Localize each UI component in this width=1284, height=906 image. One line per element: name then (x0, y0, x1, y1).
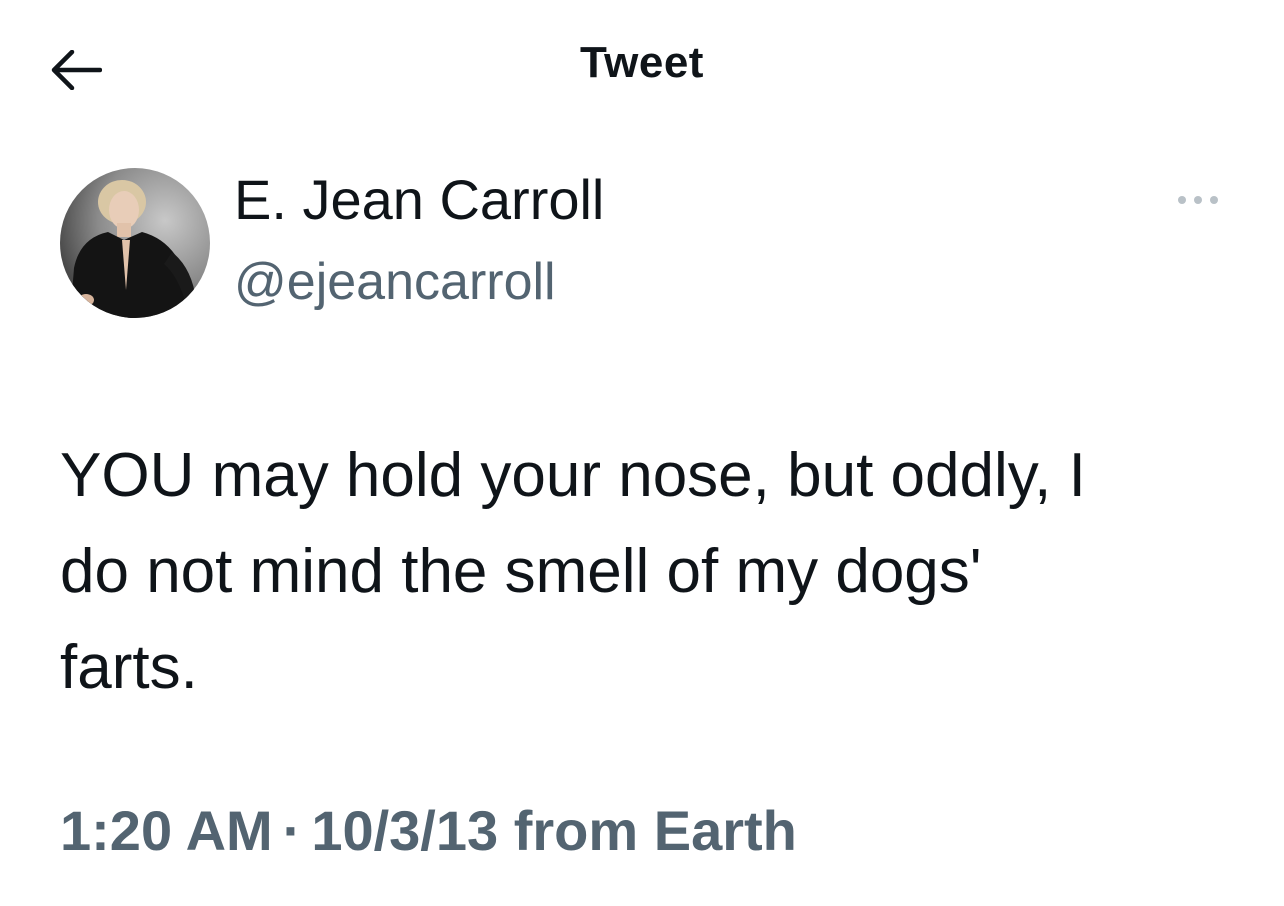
author-display-name[interactable]: E. Jean Carroll (234, 168, 604, 232)
meta-separator: · (282, 799, 302, 862)
tweet-metadata: 1:20 AM · 10/3/13 from Earth (60, 796, 797, 866)
top-navigation-bar: Tweet (0, 0, 1284, 140)
ellipsis-icon (1178, 196, 1218, 204)
tweet-text: YOU may hold your nose, but oddly, I do … (60, 441, 1086, 702)
tweet-time[interactable]: 1:20 AM (60, 799, 273, 862)
page-title: Tweet (580, 38, 704, 87)
tweet-date[interactable]: 10/3/13 (311, 799, 498, 862)
tweet-source: from Earth (513, 799, 797, 862)
profile-photo (60, 168, 210, 318)
tweet-author: E. Jean Carroll @ejeancarroll (60, 168, 1230, 318)
more-options-button[interactable] (1168, 182, 1228, 218)
avatar[interactable] (60, 168, 210, 318)
author-handle[interactable]: @ejeancarroll (234, 252, 556, 312)
